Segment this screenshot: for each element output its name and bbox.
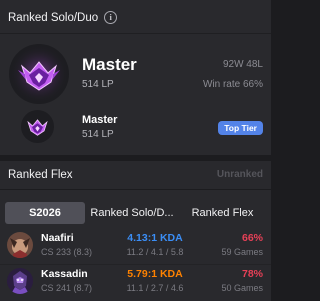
current-tier: Master [82, 55, 137, 74]
champion-kda-ratio: 4.13:1 KDA [127, 232, 183, 244]
tab-ranked-flex[interactable]: Ranked Flex [179, 202, 266, 224]
ranked-solo-header: Ranked Solo/Duo i [8, 11, 118, 24]
win-loss-record: 92W 48L [222, 59, 263, 70]
kassadin-portrait-icon [7, 268, 33, 294]
peak-master-emblem-icon [21, 110, 54, 143]
ranked-flex-title: Ranked Flex [8, 169, 73, 181]
champion-winrate: 66% [241, 232, 263, 244]
champion-kda: 11.2 / 4.1 / 5.8 [126, 247, 184, 257]
champion-kda: 11.1 / 2.7 / 4.6 [126, 283, 184, 293]
naafiri-portrait-icon [7, 232, 33, 258]
champion-name: Naafiri [41, 232, 74, 244]
champion-cs: CS 233 (8.3) [41, 247, 93, 257]
ranked-flex-card: Ranked Flex Unranked [0, 161, 271, 189]
info-icon[interactable]: i [104, 11, 118, 24]
divider [0, 33, 271, 34]
queue-tabs: S2026 Ranked Solo/D... Ranked Flex [5, 202, 266, 224]
champion-name: Kassadin [41, 268, 88, 280]
champion-row[interactable]: Naafiri CS 233 (8.3) 4.13:1 KDA 11.2 / 4… [0, 229, 271, 265]
tab-ranked-solo[interactable]: Ranked Solo/D... [85, 202, 179, 224]
master-emblem-icon [9, 44, 69, 104]
ranked-solo-title: Ranked Solo/Duo [8, 11, 99, 24]
win-rate: Win rate 66% [202, 79, 263, 90]
champion-kda-ratio: 5.79:1 KDA [127, 268, 183, 280]
tab-season[interactable]: S2026 [5, 202, 85, 224]
peak-lp: 514 LP [82, 129, 114, 140]
current-lp: 514 LP [82, 79, 114, 90]
champion-games: 50 Games [221, 283, 263, 293]
champion-cs: CS 241 (8.7) [41, 283, 93, 293]
champion-games: 59 Games [221, 247, 263, 257]
top-tier-badge: Top Tier [218, 121, 263, 135]
champion-stats-card: S2026 Ranked Solo/D... Ranked Flex Naafi… [0, 190, 271, 301]
peak-tier: Master [82, 114, 118, 126]
champion-row[interactable]: Kassadin CS 241 (8.7) 5.79:1 KDA 11.1 / … [0, 265, 271, 301]
ranked-flex-status: Unranked [216, 169, 263, 180]
ranked-solo-card: Ranked Solo/Duo i Master 514 LP 92W 48L … [0, 0, 271, 155]
champion-winrate: 78% [241, 268, 263, 280]
